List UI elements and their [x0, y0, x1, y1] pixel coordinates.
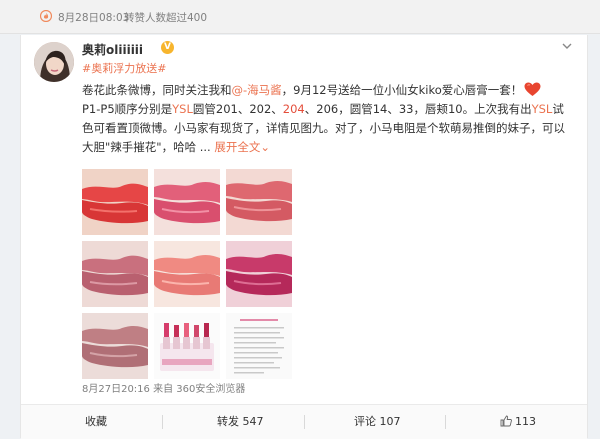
divider — [304, 415, 305, 429]
fire-icon — [40, 10, 52, 22]
post-text: 卷花此条微博，同时关注我和@-海马酱，9月12号送给一位小仙女kiko爱心唇膏一… — [82, 81, 572, 157]
heart-icon — [524, 82, 541, 96]
expand-full-text-link[interactable]: 展开全文⌄ — [214, 140, 270, 154]
thumbs-up-icon — [500, 415, 512, 427]
repost-count-note: 转赞人数超过400 — [124, 12, 208, 24]
lip-photo-5[interactable] — [154, 241, 220, 307]
chevron-down-icon[interactable] — [560, 39, 574, 53]
text-part: 、206，圆管14、33，唇颊10。上次我有出 — [304, 102, 532, 116]
text-info-photo[interactable] — [226, 313, 292, 379]
divider — [445, 415, 446, 429]
brand-link[interactable]: YSL — [172, 102, 193, 116]
text-part: ，9月12号送给一位小仙女kiko爱心唇膏一套！ — [281, 83, 523, 97]
post-meta: 8月27日20:16 来自 360安全浏览器 — [82, 384, 246, 395]
divider — [162, 415, 163, 429]
comment-button[interactable]: 评论 107 — [354, 405, 401, 439]
repost-button[interactable]: 转发 547 — [217, 405, 264, 439]
verified-badge-icon: V — [161, 41, 174, 54]
highlight-number: 204 — [282, 102, 305, 116]
text-part: 圆管201、202、 — [192, 102, 283, 116]
avatar-photo — [34, 42, 74, 82]
weibo-post-card: 奥莉oliiiiii V #奥莉浮力放送# 卷花此条微博，同时关注我和@-海马酱… — [20, 35, 588, 439]
expand-chevron: ⌄ — [260, 140, 270, 154]
lip-photo-3[interactable] — [226, 169, 292, 235]
lip-photo-6[interactable] — [226, 241, 292, 307]
topbar: 8月28日08:03 转赞人数超过400 — [0, 0, 600, 34]
lipstick-product-photo[interactable] — [154, 313, 220, 379]
like-button[interactable]: 113 — [500, 405, 536, 439]
text-part: 卷花此条微博，同时关注我和 — [82, 83, 232, 97]
topic-tag[interactable]: #奥莉浮力放送# — [82, 60, 166, 76]
username[interactable]: 奥莉oliiiiii — [82, 41, 143, 58]
action-bar: 收藏 转发 547 评论 107 113 — [21, 404, 587, 439]
lip-photo-2[interactable] — [154, 169, 220, 235]
like-count: 113 — [515, 415, 536, 428]
avatar[interactable] — [34, 42, 74, 82]
lip-photo-1[interactable] — [82, 169, 148, 235]
lip-photo-4[interactable] — [82, 241, 148, 307]
lip-photo-7[interactable] — [82, 313, 148, 379]
text-part: P1-P5顺序分别是 — [82, 102, 173, 116]
brand-link[interactable]: YSL — [532, 102, 553, 116]
favorite-button[interactable]: 收藏 — [85, 405, 107, 439]
mention-link[interactable]: @-海马酱 — [232, 83, 282, 97]
expand-label: 展开全文 — [214, 140, 261, 154]
post-date: 8月28日08:03 — [58, 12, 130, 24]
